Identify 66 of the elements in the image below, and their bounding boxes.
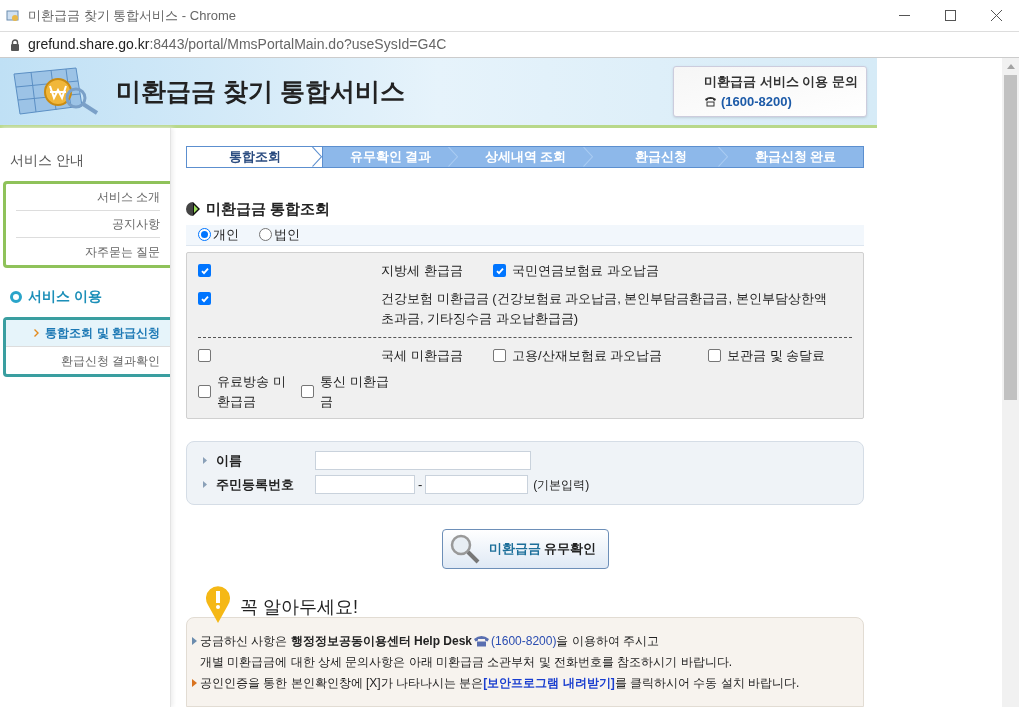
notice-text: 궁금하신 사항은 행정정보공동이용센터 Help Desk (1600-8200)을 이용하여 주시고 (200, 631, 660, 650)
notice-text: 개별 미환급금에 대한 상세 문의사항은 아래 미환급금 소관부처 및 전화번호를 참조하시기 바랍니다. (199, 653, 733, 671)
radio-button[interactable] (259, 228, 272, 242)
phone-icon (704, 95, 717, 107)
chevron-icon (448, 147, 458, 167)
lock-icon (10, 38, 20, 51)
sidebar-item[interactable]: 서비스 소개 (16, 184, 160, 211)
sidebar-item[interactable]: 환급신청 결과확인 (16, 347, 160, 374)
sidebar-item[interactable]: 자주묻는 질문 (16, 238, 160, 265)
sidebar-heading: 서비스 안내 (10, 151, 84, 170)
sidebar-item[interactable]: 공지사항 (16, 211, 160, 238)
notice-text: 공인인증을 통한 본인확인창에 [X]가 나타나시는 분은[보안프로그램 내려받기]를 클릭하시어 수동 설치 바랍니다. (200, 673, 800, 692)
contact-phone: (1600-8200) (721, 92, 792, 111)
notice-link[interactable]: (1600-8200) (491, 631, 557, 650)
maximize-icon (944, 10, 956, 21)
option-label: 유료방송 미환급금 (216, 372, 287, 411)
checkbox[interactable] (301, 385, 314, 398)
radio-label: 법인 (274, 226, 300, 244)
option-label: 국세 미환급금 (381, 346, 464, 365)
option-label: 보관금 및 송달료 (727, 346, 826, 365)
option-label: 통신 미환급금 (319, 372, 390, 411)
check-button[interactable]: 미환급금 유무확인 (441, 528, 609, 569)
id-number-field[interactable] (425, 475, 529, 495)
site-title: 미환급금 찾기 통합서비스 (116, 75, 405, 107)
window-title: 미환급금 찾기 통합서비스 - Chrome (28, 6, 236, 25)
minimize-icon (898, 15, 910, 16)
section-icon (186, 200, 200, 217)
sidebar-item[interactable]: 통합조회 및 환급신청 (6, 320, 170, 347)
contact-label: 미환급금 서비스 이용 문의 (704, 73, 859, 91)
chevron-icon (34, 329, 40, 337)
notice-title: 꼭 알아두세요! (240, 595, 358, 619)
section-title: 미환급금 통합조회 (206, 198, 331, 219)
option-label: 지방세 환급금 (381, 261, 464, 280)
field-note: (기본입력) (533, 476, 590, 494)
field-label: 이름 (216, 451, 242, 470)
bullet-icon (203, 456, 207, 464)
phone-icon (473, 634, 491, 647)
checkbox[interactable] (493, 349, 506, 362)
search-icon (448, 532, 481, 565)
chevron-icon (718, 147, 728, 167)
pin-icon (204, 584, 232, 623)
chevron-icon (583, 147, 593, 167)
checkbox[interactable] (198, 292, 211, 305)
option-label: 건강보험 미환급금 (건강보험료 과오납금, 본인부담금환급금, 본인부담상한액 초과금, 기타징수금 과오납환급금) (381, 289, 828, 328)
url-text: grefund.share.go.kr:8443/portal/MmsPortalMain.do?useSysId=G4C (28, 35, 447, 54)
checkbox[interactable] (708, 349, 721, 362)
option-label: 국민연금보험료 과오납금 (512, 261, 659, 280)
close-icon (990, 10, 1002, 21)
circle-icon (10, 290, 22, 303)
field-label: 주민등록번호 (216, 476, 294, 494)
radio-label: 개인 (213, 226, 239, 244)
notice-link[interactable]: [보안프로그램 내려받기] (483, 673, 615, 692)
checkbox[interactable] (493, 264, 506, 277)
bullet-icon (203, 481, 207, 489)
page-icon (6, 8, 20, 23)
radio-button[interactable] (198, 228, 211, 242)
checkbox[interactable] (198, 349, 211, 362)
step-tab[interactable]: 통합조회 (187, 147, 323, 167)
checkbox[interactable] (198, 264, 211, 277)
option-label: 고용/산재보험료 과오납금 (512, 346, 663, 365)
name-field[interactable] (315, 450, 531, 470)
sidebar-heading: 서비스 이용 (28, 287, 102, 306)
separator-text: - (418, 476, 423, 494)
id-number-field[interactable] (315, 475, 415, 495)
checkbox[interactable] (198, 385, 211, 398)
scrollbar[interactable] (1002, 58, 1019, 707)
